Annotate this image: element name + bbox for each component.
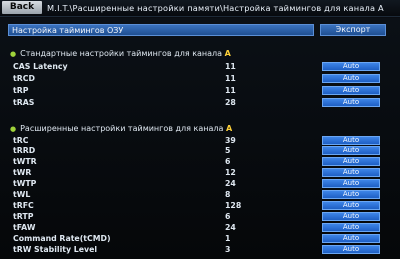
timing-label: tRCD	[13, 74, 35, 83]
timing-label: tWTR	[13, 157, 37, 166]
timing-label: Command Rate(tCMD)	[13, 234, 111, 243]
breadcrumb: M.I.T.\Расширенные настройки памяти\Наст…	[47, 3, 384, 13]
bios-screen: Back M.I.T.\Расширенные настройки памяти…	[0, 0, 400, 259]
timing-label: tWR	[13, 168, 32, 177]
timing-row-cas-latency[interactable]: CAS Latency 11 Auto	[0, 61, 400, 72]
standard-section-header: ● Стандартные настройки таймингов для кан…	[10, 49, 231, 58]
auto-button[interactable]: Auto	[322, 168, 380, 177]
auto-button[interactable]: Auto	[322, 212, 380, 221]
auto-button[interactable]: Auto	[322, 74, 380, 83]
timing-row-twtr[interactable]: tWTR 6 Auto	[0, 156, 400, 167]
advanced-section-title: Расширенные настройки таймингов для кана…	[20, 124, 224, 133]
auto-button[interactable]: Auto	[322, 234, 380, 243]
standard-section-title: Стандартные настройки таймингов для кана…	[20, 49, 223, 58]
timing-value: 11	[225, 86, 236, 95]
timing-label: tWTP	[13, 179, 37, 188]
timing-label: tRRD	[13, 146, 36, 155]
timing-row-command-rate[interactable]: Command Rate(tCMD) 1 Auto	[0, 233, 400, 244]
panel-title: Настройка таймингов ОЗУ	[8, 24, 314, 36]
auto-button[interactable]: Auto	[322, 136, 380, 145]
timing-label: CAS Latency	[13, 62, 68, 71]
timing-value: 6	[225, 212, 231, 221]
timing-row-trfc[interactable]: tRFC 128 Auto	[0, 200, 400, 211]
advanced-channel-letter: A	[225, 124, 233, 133]
timing-value: 11	[225, 74, 236, 83]
auto-button[interactable]: Auto	[322, 157, 380, 166]
section-bullet-icon: ●	[10, 125, 17, 133]
timing-value: 128	[225, 201, 242, 210]
timing-label: tFAW	[13, 223, 36, 232]
timing-label: tRW Stability Level	[13, 245, 98, 254]
timing-value: 1	[225, 234, 231, 243]
timing-row-trrd[interactable]: tRRD 5 Auto	[0, 145, 400, 156]
timing-row-trcd[interactable]: tRCD 11 Auto	[0, 73, 400, 84]
timing-value: 12	[225, 168, 236, 177]
timing-label: tRTP	[13, 212, 34, 221]
timing-value: 11	[225, 62, 236, 71]
timing-value: 6	[225, 157, 231, 166]
back-button[interactable]: Back	[2, 1, 42, 14]
timing-value: 24	[225, 179, 236, 188]
advanced-section-header: ● Расширенные настройки таймингов для кан…	[10, 124, 232, 133]
auto-button[interactable]: Auto	[322, 62, 380, 71]
timing-row-trp[interactable]: tRP 11 Auto	[0, 85, 400, 96]
auto-button[interactable]: Auto	[322, 201, 380, 210]
timing-value: 28	[225, 98, 236, 107]
timing-label: tWL	[13, 190, 31, 199]
timing-value: 3	[225, 245, 231, 254]
timing-value: 24	[225, 223, 236, 232]
standard-channel-letter: A	[224, 49, 231, 58]
auto-button[interactable]: Auto	[322, 190, 380, 199]
timing-row-twtp[interactable]: tWTP 24 Auto	[0, 178, 400, 189]
auto-button[interactable]: Auto	[322, 223, 380, 232]
timing-label: tRAS	[13, 98, 35, 107]
timing-row-twl[interactable]: tWL 8 Auto	[0, 189, 400, 200]
auto-button[interactable]: Auto	[322, 245, 380, 254]
timing-value: 5	[225, 146, 231, 155]
auto-button[interactable]: Auto	[322, 146, 380, 155]
export-button[interactable]: Экспорт	[320, 24, 386, 36]
timing-row-tras[interactable]: tRAS 28 Auto	[0, 97, 400, 108]
auto-button[interactable]: Auto	[322, 98, 380, 107]
section-bullet-icon: ●	[10, 50, 17, 58]
timing-value: 8	[225, 190, 231, 199]
top-bar: Back M.I.T.\Расширенные настройки памяти…	[0, 0, 400, 17]
auto-button[interactable]: Auto	[322, 179, 380, 188]
timing-label: tRP	[13, 86, 29, 95]
auto-button[interactable]: Auto	[322, 86, 380, 95]
timing-row-trtp[interactable]: tRTP 6 Auto	[0, 211, 400, 222]
timing-label: tRFC	[13, 201, 34, 210]
timing-row-tfaw[interactable]: tFAW 24 Auto	[0, 222, 400, 233]
timing-row-twr[interactable]: tWR 12 Auto	[0, 167, 400, 178]
timing-row-trw-stability-level[interactable]: tRW Stability Level 3 Auto	[0, 244, 400, 255]
